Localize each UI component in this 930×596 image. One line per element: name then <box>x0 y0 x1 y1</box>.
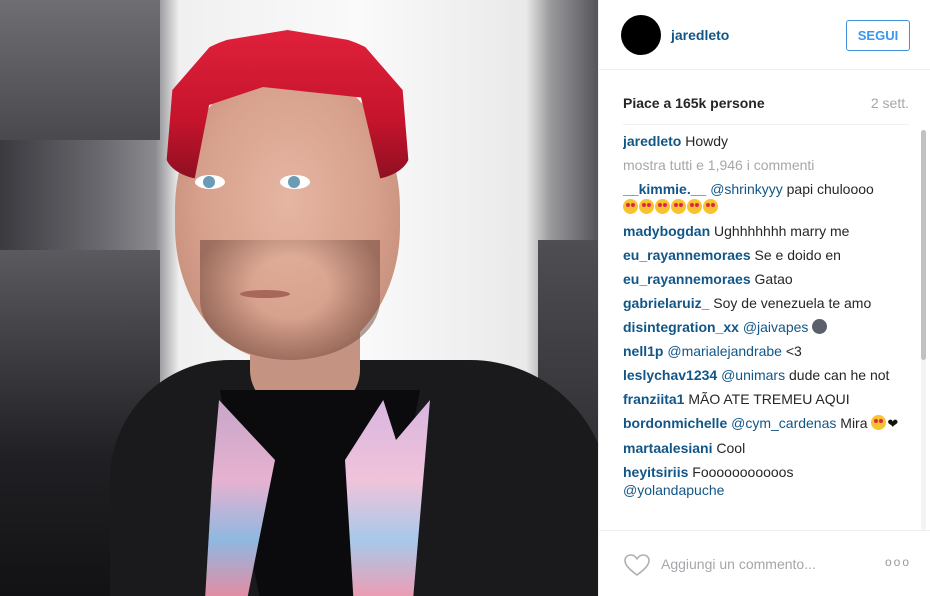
comment-item: leslychav1234 @unimars dude can he not <box>623 366 913 384</box>
background-ceiling <box>0 0 160 140</box>
comment-item: __kimmie.__ @shrinkyyy papi chuloooo <box>623 180 913 216</box>
heart-eyes-emoji-icon <box>655 199 670 214</box>
heart-eyes-emoji-icon <box>639 199 654 214</box>
comment-username[interactable]: martaalesiani <box>623 440 713 456</box>
right-eye <box>280 175 310 189</box>
comment-item: martaalesiani Cool <box>623 439 913 457</box>
show-all-comments-link[interactable]: mostra tutti e 1,946 i commenti <box>623 156 913 174</box>
comment-item: franziita1 MÃO ATE TREMEU AQUI <box>623 390 913 408</box>
comment-username[interactable]: bordonmichelle <box>623 415 727 431</box>
comment-mention[interactable]: @jaivapes <box>743 319 809 335</box>
left-eye <box>195 175 225 189</box>
comment-username[interactable]: eu_rayannemoraes <box>623 271 751 287</box>
heart-eyes-emoji-icon <box>703 199 718 214</box>
likes-count[interactable]: Piace a 165k persone <box>623 95 765 111</box>
comment-text: Soy de venezuela te amo <box>713 295 872 311</box>
comment-username[interactable]: __kimmie.__ <box>623 181 706 197</box>
caption-username[interactable]: jaredleto <box>623 133 681 149</box>
comment-text: Mira <box>840 415 868 431</box>
comment-mention[interactable]: @shrinkyyy <box>710 181 783 197</box>
comment-mention[interactable]: @unimars <box>721 367 785 383</box>
comment-username[interactable]: leslychav1234 <box>623 367 717 383</box>
comment-username[interactable]: madybogdan <box>623 223 710 239</box>
comment-mention[interactable]: @marialejandrabe <box>667 343 782 359</box>
comments-scrollbar[interactable] <box>921 130 926 530</box>
more-options-icon[interactable]: ooo <box>885 555 911 569</box>
comment-item: eu_rayannemoraes Se e doido en <box>623 246 913 264</box>
comment-username[interactable]: gabrielaruiz_ <box>623 295 709 311</box>
comment-username[interactable]: nell1p <box>623 343 663 359</box>
comment-item: heyitsiriis Fooooooooooos @yolandapuche <box>623 463 913 499</box>
heart-outline-icon[interactable] <box>623 553 651 577</box>
comment-item: madybogdan Ughhhhhhh marry me <box>623 222 913 240</box>
comment-username[interactable]: franziita1 <box>623 391 684 407</box>
mouth <box>240 290 290 298</box>
post-photo[interactable] <box>0 0 598 596</box>
comment-text: papi chuloooo <box>786 181 874 197</box>
heart-eyes-emoji-icon <box>687 199 702 214</box>
comment-item: nell1p @marialejandrabe <3 <box>623 342 913 360</box>
caption-text: Howdy <box>685 133 729 149</box>
post-sidebar: jaredleto SEGUI Piace a 165k persone 2 s… <box>598 0 930 596</box>
comment-text: Ughhhhhhh marry me <box>714 223 850 239</box>
heart-eyes-emoji-icon <box>871 415 887 430</box>
comment-username[interactable]: eu_rayannemoraes <box>623 247 751 263</box>
comment-text: <3 <box>785 343 802 359</box>
comment-item: bordonmichelle @cym_cardenas Mira ❤ <box>623 414 913 433</box>
owner-username[interactable]: jaredleto <box>671 27 729 43</box>
comment-username[interactable]: disintegration_xx <box>623 319 739 335</box>
comment-text: dude can he not <box>789 367 890 383</box>
caption: jaredleto Howdy <box>623 132 913 150</box>
follow-button[interactable]: SEGUI <box>846 20 910 51</box>
comment-mention[interactable]: @yolandapuche <box>623 482 724 498</box>
comment-mention[interactable]: @cym_cardenas <box>731 415 836 431</box>
avatar[interactable] <box>621 15 661 55</box>
comment-text: Cool <box>716 440 746 456</box>
heart-eyes-emoji-icon <box>623 199 638 214</box>
comment-text: Fooooooooooos <box>692 464 794 480</box>
comment-text: Gatao <box>754 271 793 287</box>
comment-input[interactable] <box>661 551 871 577</box>
divider <box>623 124 909 125</box>
comment-text: MÃO ATE TREMEU AQUI <box>688 391 850 407</box>
comment-item: disintegration_xx @jaivapes <box>623 318 913 336</box>
comments-list[interactable]: jaredleto Howdy mostra tutti e 1,946 i c… <box>623 132 913 528</box>
post-age[interactable]: 2 sett. <box>871 95 909 111</box>
post-footer: ooo <box>599 530 930 596</box>
comment-item: eu_rayannemoraes Gatao <box>623 270 913 288</box>
comment-item: gabrielaruiz_ Soy de venezuela te amo <box>623 294 913 312</box>
comment-username[interactable]: heyitsiriis <box>623 464 688 480</box>
comment-text: Se e doido en <box>754 247 841 263</box>
heart-eyes-emoji-icon <box>671 199 686 214</box>
beard <box>200 240 380 360</box>
scrollbar-thumb[interactable] <box>921 130 926 360</box>
post-header: jaredleto SEGUI <box>599 0 930 70</box>
black-heart-icon: ❤ <box>887 416 899 431</box>
moon-emoji-icon <box>812 319 828 334</box>
